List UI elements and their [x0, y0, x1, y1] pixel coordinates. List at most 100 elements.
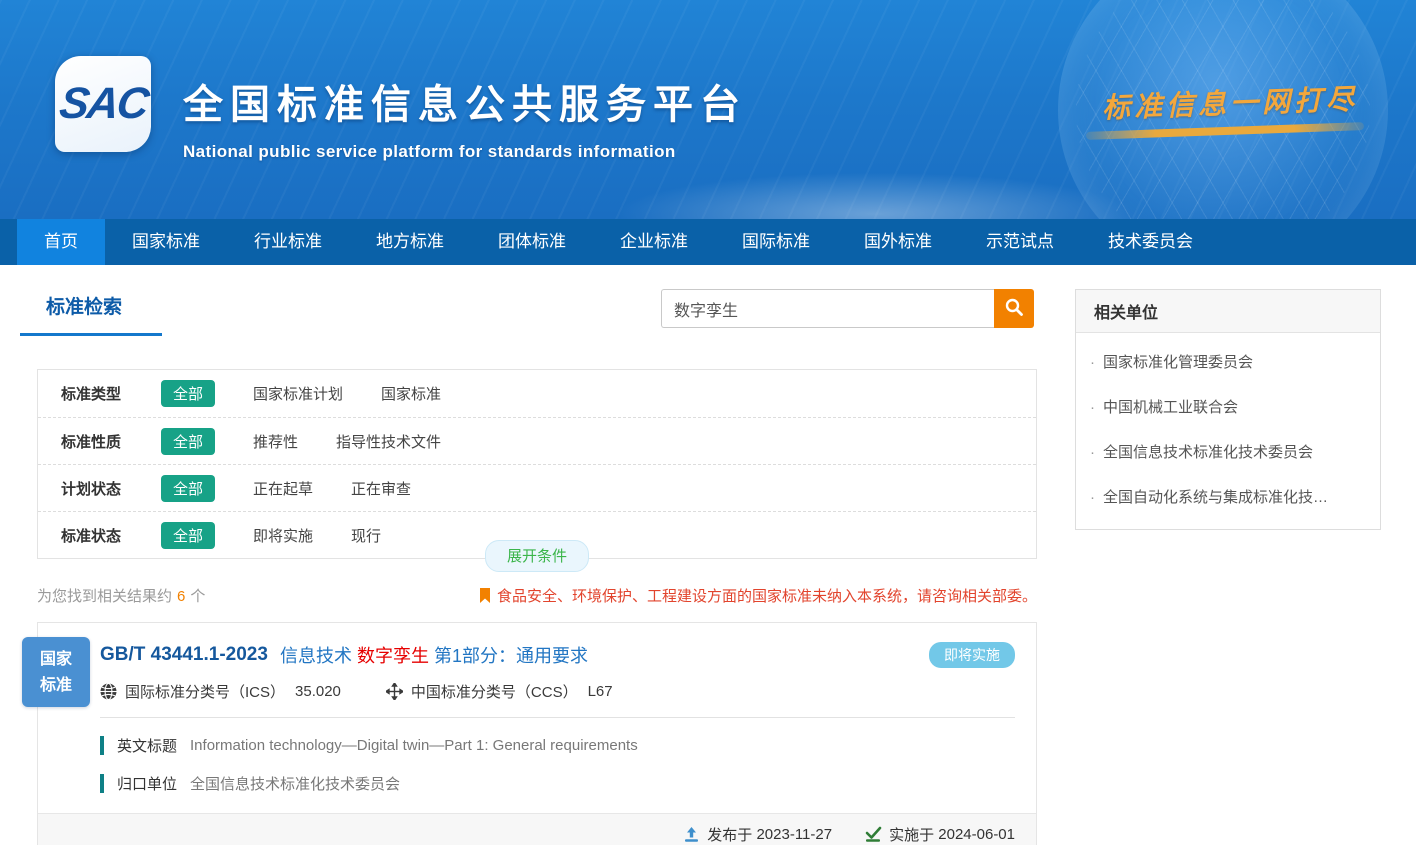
main-column: 标准检索 标准类型 全部 国家标准计划: [37, 289, 1037, 845]
title-part2: 第1部分：通用要求: [434, 646, 588, 666]
ics-meta: 国际标准分类号（ICS） 35.020: [100, 681, 341, 702]
nav-item-enterprise-standards[interactable]: 企业标准: [593, 219, 715, 265]
search-icon: [1004, 297, 1024, 320]
publish-upload-icon: [683, 826, 700, 843]
filter-all-button[interactable]: 全部: [161, 475, 215, 502]
standard-code-link[interactable]: GB/T 43441.1-2023: [100, 644, 268, 666]
sac-logo[interactable]: SAC: [55, 56, 151, 152]
notice-text: 食品安全、环境保护、工程建设方面的国家标准未纳入本系统，请咨询相关部委。: [497, 585, 1037, 606]
standard-title-link[interactable]: 信息技术 数字孪生 第1部分：通用要求: [280, 642, 588, 668]
implemented-date: 2024-06-01: [938, 826, 1015, 843]
filter-option[interactable]: 推荐性: [253, 431, 298, 452]
section-title: 标准检索: [46, 292, 122, 319]
compass-cross-icon: [386, 683, 403, 700]
filter-option[interactable]: 现行: [351, 525, 381, 546]
nav-item-foreign-standards[interactable]: 国外标准: [837, 219, 959, 265]
brand-block: 全国标准信息公共服务平台 National public service pla…: [183, 72, 747, 162]
nav-list: 首页 国家标准 行业标准 地方标准 团体标准 企业标准 国际标准 国外标准 示范…: [0, 219, 1416, 265]
site-header: 标准信息一网打尽 SAC 全国标准信息公共服务平台 National publi…: [0, 0, 1416, 219]
filter-label: 标准类型: [61, 383, 133, 404]
filter-option[interactable]: 国家标准计划: [253, 383, 343, 404]
field-value: 全国信息技术标准化技术委员会: [190, 773, 400, 794]
nav-item-international-standards[interactable]: 国际标准: [715, 219, 837, 265]
filter-label: 标准状态: [61, 525, 133, 546]
filter-label: 计划状态: [61, 478, 133, 499]
search-box: [661, 289, 1034, 328]
search-input[interactable]: [661, 289, 994, 328]
field-marker-bar: [100, 774, 104, 793]
published-label: 发布于: [707, 824, 752, 845]
bullet-dot: ·: [1090, 354, 1095, 371]
related-units-title: 相关单位: [1076, 290, 1380, 333]
field-label: 英文标题: [117, 735, 177, 756]
search-button[interactable]: [994, 289, 1034, 328]
filter-option[interactable]: 国家标准: [381, 383, 441, 404]
site-subtitle: National public service platform for sta…: [183, 142, 747, 162]
title-part1: 信息技术: [280, 646, 352, 666]
type-badge-line1: 国家: [22, 647, 90, 673]
published-date: 2023-11-27: [756, 826, 832, 843]
implement-check-icon: [864, 826, 882, 843]
bullet-dot: ·: [1090, 399, 1095, 416]
filter-row-plan-status: 计划状态 全部 正在起草 正在审查: [38, 464, 1036, 511]
field-row-english-title: 英文标题 Information technology—Digital twin…: [100, 735, 1015, 756]
expand-conditions-button[interactable]: 展开条件: [485, 540, 589, 572]
nav-item-pilot[interactable]: 示范试点: [959, 219, 1081, 265]
filter-option[interactable]: 指导性技术文件: [336, 431, 441, 452]
bullet-dot: ·: [1090, 444, 1095, 461]
related-unit-item[interactable]: ·全国信息技术标准化技术委员会: [1076, 429, 1380, 474]
nav-item-industry-standards[interactable]: 行业标准: [227, 219, 349, 265]
filter-panel: 标准类型 全部 国家标准计划 国家标准 标准性质 全部 推荐性 指导性技术文件 …: [37, 369, 1037, 559]
filter-option[interactable]: 正在起草: [253, 478, 313, 499]
related-unit-item[interactable]: ·国家标准化管理委员会: [1076, 339, 1380, 384]
nav-item-technical-committee[interactable]: 技术委员会: [1081, 219, 1220, 265]
filter-all-button[interactable]: 全部: [161, 380, 215, 407]
field-label: 归口单位: [117, 773, 177, 794]
related-units-list: ·国家标准化管理委员会 ·中国机械工业联合会 ·全国信息技术标准化技术委员会 ·…: [1076, 333, 1380, 529]
card-footer: 发布于 2023-11-27 实施于 2024-06-01: [38, 813, 1036, 845]
ics-label: 国际标准分类号（ICS）: [125, 681, 285, 702]
nav-item-group-standards[interactable]: 团体标准: [471, 219, 593, 265]
card-title-row: GB/T 43441.1-2023 信息技术 数字孪生 第1部分：通用要求 即将…: [100, 642, 1015, 668]
results-summary: 为您找到相关结果约 6个: [37, 585, 205, 606]
nav-item-national-standards[interactable]: 国家标准: [105, 219, 227, 265]
nav-item-local-standards[interactable]: 地方标准: [349, 219, 471, 265]
published-date-item: 发布于 2023-11-27: [683, 824, 832, 845]
implemented-label: 实施于: [889, 824, 934, 845]
search-section: 标准检索: [37, 289, 1037, 351]
main-nav: 首页 国家标准 行业标准 地方标准 团体标准 企业标准 国际标准 国外标准 示范…: [0, 219, 1416, 265]
ics-value: 35.020: [295, 683, 341, 700]
filter-all-button[interactable]: 全部: [161, 522, 215, 549]
sac-logo-text: SAC: [56, 79, 150, 129]
ccs-value: L67: [588, 683, 613, 700]
summary-prefix: 为您找到相关结果约: [37, 588, 172, 605]
related-units-panel: 相关单位 ·国家标准化管理委员会 ·中国机械工业联合会 ·全国信息技术标准化技术…: [1075, 289, 1381, 530]
filter-option[interactable]: 即将实施: [253, 525, 313, 546]
field-row-committee: 归口单位 全国信息技术标准化技术委员会: [100, 773, 1015, 794]
filter-option[interactable]: 正在审查: [351, 478, 411, 499]
header-glow-decoration: [595, 169, 1155, 219]
filter-row-standard-nature: 标准性质 全部 推荐性 指导性技术文件: [38, 417, 1036, 464]
bookmark-icon: [479, 588, 491, 604]
related-unit-item[interactable]: ·中国机械工业联合会: [1076, 384, 1380, 429]
nav-item-home[interactable]: 首页: [17, 219, 105, 265]
related-unit-item[interactable]: ·全国自动化系统与集成标准化技…: [1076, 474, 1380, 519]
type-badge-line2: 标准: [22, 673, 90, 699]
status-badge: 即将实施: [929, 642, 1015, 668]
results-count: 6: [177, 588, 185, 605]
title-highlight: 数字孪生: [357, 646, 429, 666]
ccs-meta: 中国标准分类号（CCS） L67: [386, 681, 613, 702]
field-value: Information technology—Digital twin—Part…: [190, 737, 638, 754]
result-card: 国家 标准 GB/T 43441.1-2023 信息技术 数字孪生 第1部分：通…: [37, 622, 1037, 845]
filter-all-button[interactable]: 全部: [161, 428, 215, 455]
results-summary-row: 为您找到相关结果约 6个 食品安全、环境保护、工程建设方面的国家标准未纳入本系统，…: [37, 585, 1037, 606]
globe-icon: [100, 683, 117, 700]
section-title-underline: [20, 333, 162, 336]
summary-suffix: 个: [190, 588, 205, 605]
field-marker-bar: [100, 736, 104, 755]
standard-type-badge: 国家 标准: [22, 637, 90, 707]
filter-row-standard-type: 标准类型 全部 国家标准计划 国家标准: [38, 370, 1036, 417]
bullet-dot: ·: [1090, 489, 1095, 506]
filter-label: 标准性质: [61, 431, 133, 452]
implemented-date-item: 实施于 2024-06-01: [864, 824, 1015, 845]
